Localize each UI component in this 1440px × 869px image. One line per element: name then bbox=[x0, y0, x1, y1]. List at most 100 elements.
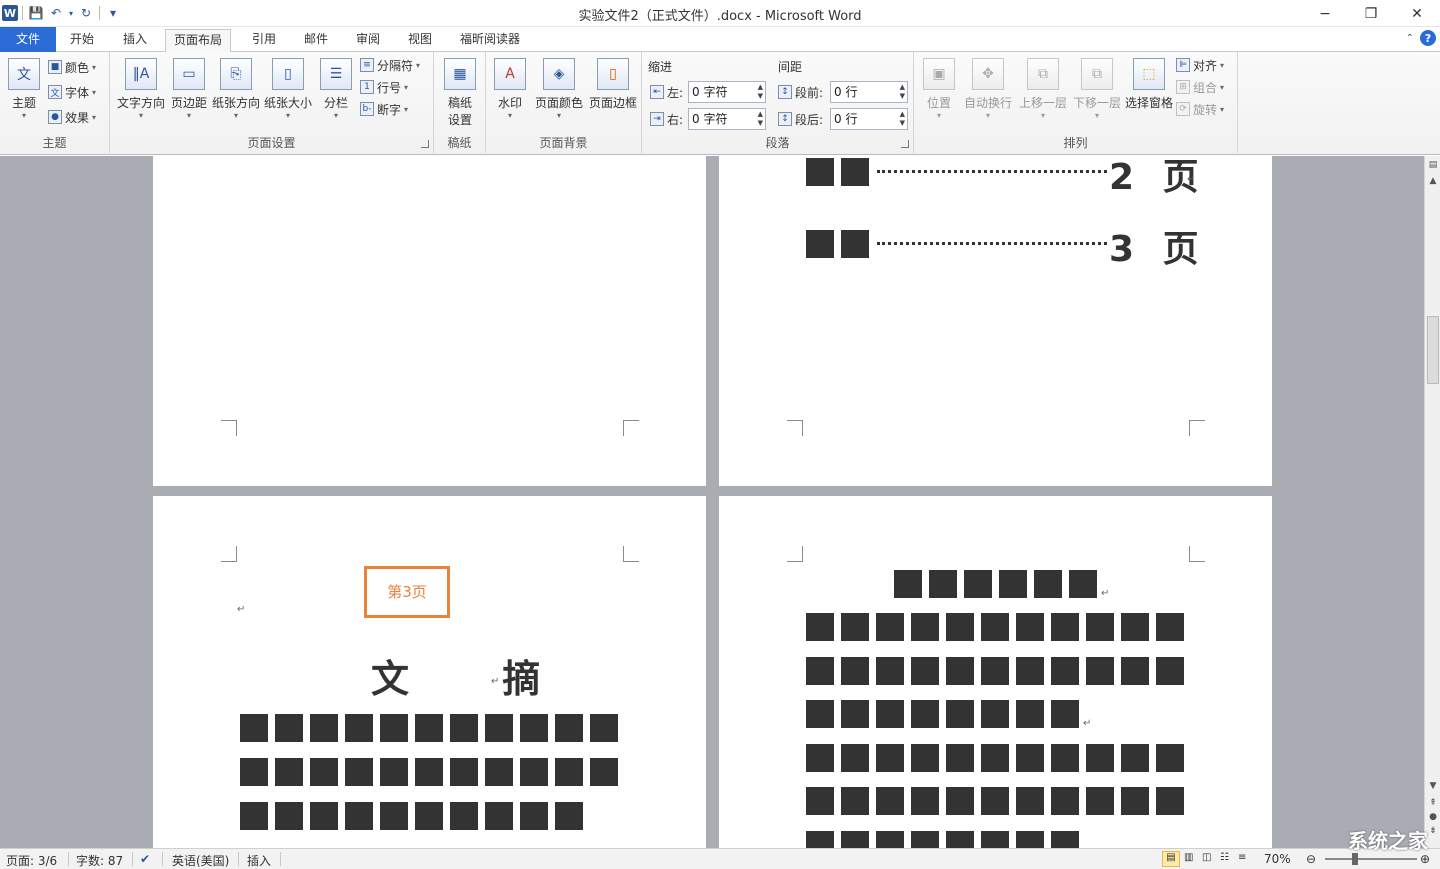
outline-view-icon[interactable]: ☷ bbox=[1220, 852, 1229, 863]
print-layout-view-icon[interactable]: ▤ bbox=[1162, 851, 1180, 867]
columns-button[interactable]: ☰ 分栏 ▾ bbox=[316, 56, 356, 132]
tab-mailings[interactable]: 邮件 bbox=[296, 29, 336, 52]
rotate-icon: ⟳ bbox=[1176, 102, 1190, 116]
indent-right-label: 右: bbox=[667, 112, 684, 127]
word-count[interactable]: 字数: 87 bbox=[76, 852, 123, 869]
tab-view[interactable]: 视图 bbox=[400, 29, 440, 52]
spinner-arrows-icon[interactable]: ▲ ▼ bbox=[758, 110, 763, 128]
theme-colors-button[interactable]: ■ 颜色 ▾ bbox=[48, 57, 96, 77]
tab-references[interactable]: 引用 bbox=[244, 29, 284, 52]
minimize-button[interactable]: − bbox=[1302, 0, 1348, 27]
selection-pane-button[interactable]: ⬚ 选择窗格 bbox=[1122, 56, 1176, 132]
dropdown-arrow-icon: ▾ bbox=[21, 111, 26, 120]
page-indicator[interactable]: 页面: 3/6 bbox=[6, 852, 57, 869]
proofing-icon[interactable]: ✔ bbox=[140, 852, 150, 866]
group-label-arrange: 排列 bbox=[1063, 136, 1088, 150]
vertical-scrollbar[interactable]: ▤ ▲ ▼ ⇞ ● ⇟ bbox=[1424, 156, 1440, 848]
minimize-ribbon-icon[interactable]: ⌃ bbox=[1406, 33, 1414, 44]
spinner-arrows-icon[interactable]: ▲ ▼ bbox=[900, 83, 905, 101]
page-number-textbox[interactable]: 第3页 bbox=[364, 566, 450, 618]
dropdown-arrow-icon: ▾ bbox=[186, 111, 191, 120]
language-indicator[interactable]: 英语(美国) bbox=[172, 852, 229, 869]
spinner-arrows-icon[interactable]: ▲ ▼ bbox=[900, 110, 905, 128]
draft-view-icon[interactable]: ≡ bbox=[1238, 852, 1246, 863]
wrap-text-label: 自动换行 bbox=[963, 96, 1012, 110]
status-separator bbox=[280, 852, 281, 866]
body-text-line bbox=[806, 787, 1184, 815]
line-numbers-button[interactable]: 1 行号 ▾ bbox=[360, 77, 408, 97]
help-icon[interactable]: ? bbox=[1420, 30, 1436, 46]
page-size-button[interactable]: ▯ 纸张大小 ▾ bbox=[262, 56, 314, 132]
tab-review[interactable]: 审阅 bbox=[348, 29, 388, 52]
theme-effects-button[interactable]: ● 效果 ▾ bbox=[48, 107, 96, 127]
spinner-arrows-icon[interactable]: ▲ ▼ bbox=[758, 83, 763, 101]
indent-right-value: 0 字符 bbox=[692, 112, 728, 126]
page-4[interactable]: ↵ ↵ bbox=[719, 496, 1272, 848]
group-objects-label: 组合 bbox=[1193, 80, 1218, 95]
scroll-down-arrow-icon[interactable]: ▼ bbox=[1425, 781, 1440, 791]
full-screen-reading-icon[interactable]: ▥ bbox=[1184, 852, 1193, 863]
dropdown-arrow-icon: ▾ bbox=[936, 111, 941, 120]
zoom-level[interactable]: 70% bbox=[1264, 852, 1291, 866]
tab-home[interactable]: 开始 bbox=[62, 29, 102, 52]
zoom-out-icon[interactable]: ⊖ bbox=[1306, 852, 1316, 866]
page-2[interactable]: 2 页 ↵ 3 页 bbox=[719, 156, 1272, 486]
body-text-line bbox=[806, 700, 1079, 728]
theme-fonts-button[interactable]: 文 字体 ▾ bbox=[48, 82, 96, 102]
page-borders-button[interactable]: ▯ 页面边框 bbox=[586, 56, 640, 132]
previous-page-icon[interactable]: ⇞ bbox=[1425, 798, 1440, 808]
page-color-label: 页面颜色 bbox=[534, 96, 583, 110]
page-3[interactable]: 第3页 ↵ 文 摘 ↵ bbox=[153, 496, 706, 848]
breaks-button[interactable]: ≡ 分隔符 ▾ bbox=[360, 55, 420, 75]
zoom-in-icon[interactable]: ⊕ bbox=[1420, 852, 1430, 866]
web-layout-icon[interactable]: ◫ bbox=[1202, 852, 1211, 863]
indent-header: 缩进 bbox=[648, 60, 673, 74]
bring-forward-button[interactable]: ⧉ 上移一层 ▾ bbox=[1016, 56, 1070, 132]
document-area[interactable]: 2 页 ↵ 3 页 第3页 ↵ 文 摘 ↵ ↵ ↵ bbox=[0, 156, 1424, 848]
send-backward-button[interactable]: ⧉ 下移一层 ▾ bbox=[1070, 56, 1124, 132]
spacing-after-icon: ↕ bbox=[778, 112, 792, 126]
page-color-button[interactable]: ◈ 页面颜色 ▾ bbox=[532, 56, 586, 132]
paragraph-launcher-icon[interactable] bbox=[901, 140, 909, 148]
position-label: 位置 bbox=[926, 96, 951, 110]
spacing-header: 间距 bbox=[778, 60, 803, 74]
tab-foxit-reader[interactable]: 福昕阅读器 bbox=[452, 29, 528, 52]
indent-right-field[interactable]: 0 字符 ▲ ▼ bbox=[688, 108, 766, 130]
breaks-icon: ≡ bbox=[360, 58, 374, 72]
manuscript-settings-button[interactable]: ▦ 稿纸 设置 bbox=[436, 56, 484, 132]
text-direction-button[interactable]: ‖A 文字方向 ▾ bbox=[114, 56, 168, 132]
tab-page-layout[interactable]: 页面布局 bbox=[165, 29, 232, 53]
browse-object-icon[interactable]: ● bbox=[1425, 812, 1440, 822]
page-1[interactable] bbox=[153, 156, 706, 486]
indent-left-field[interactable]: 0 字符 ▲ ▼ bbox=[688, 81, 766, 103]
zoom-slider-thumb[interactable] bbox=[1352, 853, 1358, 865]
watermark-button[interactable]: A 水印 ▾ bbox=[488, 56, 532, 132]
close-button[interactable]: ✕ bbox=[1394, 0, 1440, 27]
tab-file[interactable]: 文件 bbox=[0, 27, 56, 52]
ruler-toggle-icon[interactable]: ▤ bbox=[1425, 160, 1440, 170]
themes-button[interactable]: 文 主题 ▾ bbox=[2, 56, 46, 132]
scroll-up-arrow-icon[interactable]: ▲ bbox=[1425, 176, 1440, 186]
indent-left-icon: ⇤ bbox=[650, 85, 664, 99]
insert-mode-indicator[interactable]: 插入 bbox=[247, 852, 271, 869]
scrollbar-thumb[interactable] bbox=[1427, 316, 1439, 384]
restore-button[interactable]: ❐ bbox=[1348, 0, 1394, 27]
paragraph-mark: ↵ bbox=[1187, 174, 1196, 185]
wrap-text-button[interactable]: ✥ 自动换行 ▾ bbox=[960, 56, 1016, 132]
page-setup-launcher-icon[interactable] bbox=[421, 140, 429, 148]
margins-button[interactable]: ▭ 页边距 ▾ bbox=[168, 56, 210, 132]
zoom-slider-track[interactable] bbox=[1325, 858, 1417, 860]
hyphenation-button[interactable]: b- 断字 ▾ bbox=[360, 99, 408, 119]
group-objects-button[interactable]: ⊞ 组合 ▾ bbox=[1176, 77, 1224, 97]
toc-entry-text bbox=[806, 230, 869, 258]
orientation-button[interactable]: ⎘ 纸张方向 ▾ bbox=[210, 56, 262, 132]
spacing-before-icon: ↕ bbox=[778, 85, 792, 99]
spacing-after-field[interactable]: 0 行 ▲ ▼ bbox=[830, 108, 908, 130]
window-controls: − ❐ ✕ bbox=[1302, 0, 1440, 27]
tab-insert[interactable]: 插入 bbox=[115, 29, 155, 52]
rotate-button[interactable]: ⟳ 旋转 ▾ bbox=[1176, 99, 1224, 119]
align-button[interactable]: ⊫ 对齐 ▾ bbox=[1176, 55, 1224, 75]
position-button[interactable]: ▣ 位置 ▾ bbox=[918, 56, 960, 132]
spacing-before-field[interactable]: 0 行 ▲ ▼ bbox=[830, 81, 908, 103]
watermark-label: 水印 bbox=[497, 96, 522, 110]
